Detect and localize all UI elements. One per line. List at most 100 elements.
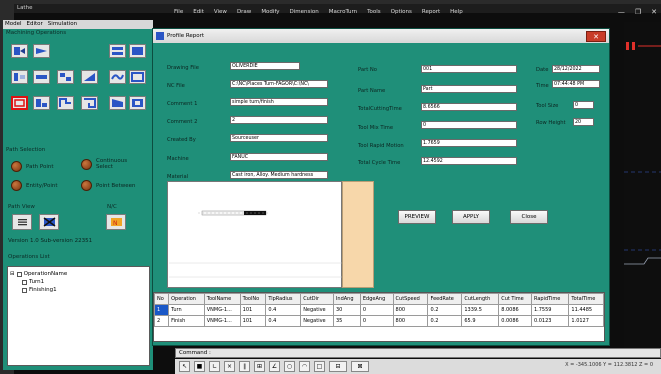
menu-options[interactable]: Options xyxy=(391,4,412,20)
table-cell[interactable]: 1.0127 xyxy=(568,315,604,327)
point-tool-icon[interactable]: ■ xyxy=(194,361,205,372)
command-bar[interactable]: Command : xyxy=(175,348,661,358)
table-cell[interactable]: 1339.5 xyxy=(461,304,500,316)
op-taper-button[interactable] xyxy=(109,96,126,110)
menu-view[interactable]: View xyxy=(214,4,227,20)
table-cell[interactable]: 0.2 xyxy=(427,304,463,316)
op-chamfer-button[interactable] xyxy=(81,70,98,84)
continuous-select-option[interactable]: Continuous Select xyxy=(81,158,136,170)
tool-size-field[interactable]: 0 xyxy=(573,101,594,109)
table-cell[interactable]: 35 xyxy=(332,315,361,327)
col-toolno[interactable]: ToolNo xyxy=(239,293,267,305)
menu-help[interactable]: Help xyxy=(450,4,463,20)
nc-file-field[interactable]: C:\NC\Places Turn-FAGOR\C:\NC\ xyxy=(230,80,328,88)
col-tipradius[interactable]: TipRadius xyxy=(265,293,302,305)
col-feedrate[interactable]: FeedRate xyxy=(427,293,463,305)
table-cell[interactable]: 0 xyxy=(359,315,394,327)
table-cell[interactable]: 65.9 xyxy=(461,315,500,327)
table-cell[interactable]: 1.7559 xyxy=(530,304,570,316)
table-cell[interactable]: 11.4485 xyxy=(568,304,604,316)
op-thread-button[interactable] xyxy=(57,70,74,84)
op-groove-button[interactable] xyxy=(109,44,126,58)
col-cutspeed[interactable]: CutSpeed xyxy=(392,293,429,305)
col-indang[interactable]: IndAng xyxy=(332,293,361,305)
op-undercut-button[interactable] xyxy=(81,96,98,110)
tab-editor[interactable]: Editor xyxy=(27,20,43,29)
total-cycle-time-field[interactable]: 12.4592 xyxy=(421,157,517,165)
date-field[interactable]: 28/12/2022 xyxy=(552,65,600,73)
expand-icon[interactable]: ⊟ xyxy=(10,271,15,277)
col-cuttime[interactable]: Cut Time xyxy=(498,293,532,305)
path-list-button[interactable] xyxy=(12,214,32,230)
tree-root-checkbox[interactable] xyxy=(16,271,22,277)
col-operation[interactable]: Operation xyxy=(168,293,205,305)
op-step-button[interactable] xyxy=(57,96,74,110)
table-cell[interactable]: 0.2 xyxy=(427,315,463,327)
table-cell[interactable]: 800 xyxy=(392,304,429,316)
path-point-option[interactable]: Path Point xyxy=(11,161,54,172)
line-tool-icon[interactable]: ∟ xyxy=(209,361,220,372)
table-cell[interactable]: Turn xyxy=(168,304,205,316)
path-clear-button[interactable] xyxy=(39,214,59,230)
op-drill-button[interactable] xyxy=(33,70,50,84)
tree-root[interactable]: ⊟ OperationName xyxy=(10,271,67,277)
created-by-field[interactable]: Sourceuser xyxy=(230,134,328,142)
table-cell[interactable]: 101 xyxy=(239,315,267,327)
table-row[interactable]: 1 Turn VNMG-1... 101 0.4 Negative 30 0 8… xyxy=(153,304,604,316)
op-profile-button[interactable] xyxy=(129,70,146,84)
op-finish-button[interactable] xyxy=(11,96,28,110)
maximize-button[interactable]: ❐ xyxy=(635,4,641,20)
menu-dimension[interactable]: Dimension xyxy=(290,4,319,20)
preview-button[interactable]: PREVIEW xyxy=(398,210,436,224)
table-cell[interactable]: Finish xyxy=(168,315,205,327)
table-cell[interactable]: 2 xyxy=(153,315,170,327)
cross-tool-icon[interactable]: × xyxy=(224,361,235,372)
parallel-tool-icon[interactable]: ∥ xyxy=(239,361,250,372)
table-cell[interactable]: 800 xyxy=(392,315,429,327)
op-face-button[interactable] xyxy=(11,44,28,58)
col-no[interactable]: No xyxy=(153,293,170,305)
table-cell[interactable]: VNMG-1... xyxy=(203,304,241,316)
drawing-file-field[interactable]: OLIVERDIE xyxy=(230,62,300,70)
entity-point-option[interactable]: Entity/Point xyxy=(11,180,58,191)
table-cell[interactable]: Negative xyxy=(300,304,334,316)
total-cutting-time-field[interactable]: 8.6566 xyxy=(421,103,517,111)
ortho-tool-icon[interactable]: ⊟ xyxy=(329,361,347,372)
op-bore-button[interactable] xyxy=(11,70,28,84)
col-rapidtime[interactable]: RapidTime xyxy=(530,293,570,305)
comment1-field[interactable]: simple turn/finish xyxy=(230,98,328,106)
part-name-field[interactable]: Part xyxy=(421,85,517,93)
circle-tool-icon[interactable]: ○ xyxy=(284,361,295,372)
part-no-field[interactable]: 001 xyxy=(421,65,517,73)
turn1-checkbox[interactable] xyxy=(22,279,27,285)
col-cutlength[interactable]: CutLength xyxy=(461,293,500,305)
op-pocket-button[interactable] xyxy=(129,96,146,110)
rect-tool-icon[interactable]: □ xyxy=(314,361,325,372)
table-cell[interactable]: 8.0086 xyxy=(498,304,532,316)
select-tool-icon[interactable]: ↖ xyxy=(179,361,190,372)
table-cell[interactable]: 101 xyxy=(239,304,267,316)
tree-item-turn1[interactable]: Turn1 xyxy=(22,279,44,285)
machine-field[interactable]: FANUC xyxy=(230,153,328,161)
minimize-button[interactable]: — xyxy=(618,4,625,20)
table-cell[interactable]: 0.0123 xyxy=(530,315,570,327)
menu-file[interactable]: File xyxy=(174,4,183,20)
menu-report[interactable]: Report xyxy=(422,4,440,20)
time-field[interactable]: 07:44:48 PM xyxy=(552,80,600,88)
snap-tool-icon[interactable]: ⊠ xyxy=(351,361,369,372)
dialog-close-button[interactable]: ✕ xyxy=(586,31,606,42)
table-row[interactable]: 2 Finish VNMG-1... 101 0.4 Negative 35 0… xyxy=(153,315,604,327)
tab-model[interactable]: Model xyxy=(5,20,22,29)
comment2-field[interactable]: 2 xyxy=(230,116,328,124)
tab-simulation[interactable]: Simulation xyxy=(48,20,77,29)
col-toolname[interactable]: ToolName xyxy=(203,293,241,305)
op-contour-button[interactable] xyxy=(109,70,126,84)
op-part-button[interactable] xyxy=(129,44,146,58)
angle-tool-icon[interactable]: ∠ xyxy=(269,361,280,372)
nc-generate-button[interactable]: N xyxy=(106,214,126,230)
operations-tree[interactable]: ⊟ OperationName Turn1 Finishing1 xyxy=(7,266,150,366)
material-field[interactable]: Cast iron, Alloy. Medium hardness xyxy=(230,171,328,179)
table-cell[interactable]: 0.4 xyxy=(265,304,302,316)
tree-item-finishing1[interactable]: Finishing1 xyxy=(22,287,57,293)
menu-tools[interactable]: Tools xyxy=(367,4,381,20)
